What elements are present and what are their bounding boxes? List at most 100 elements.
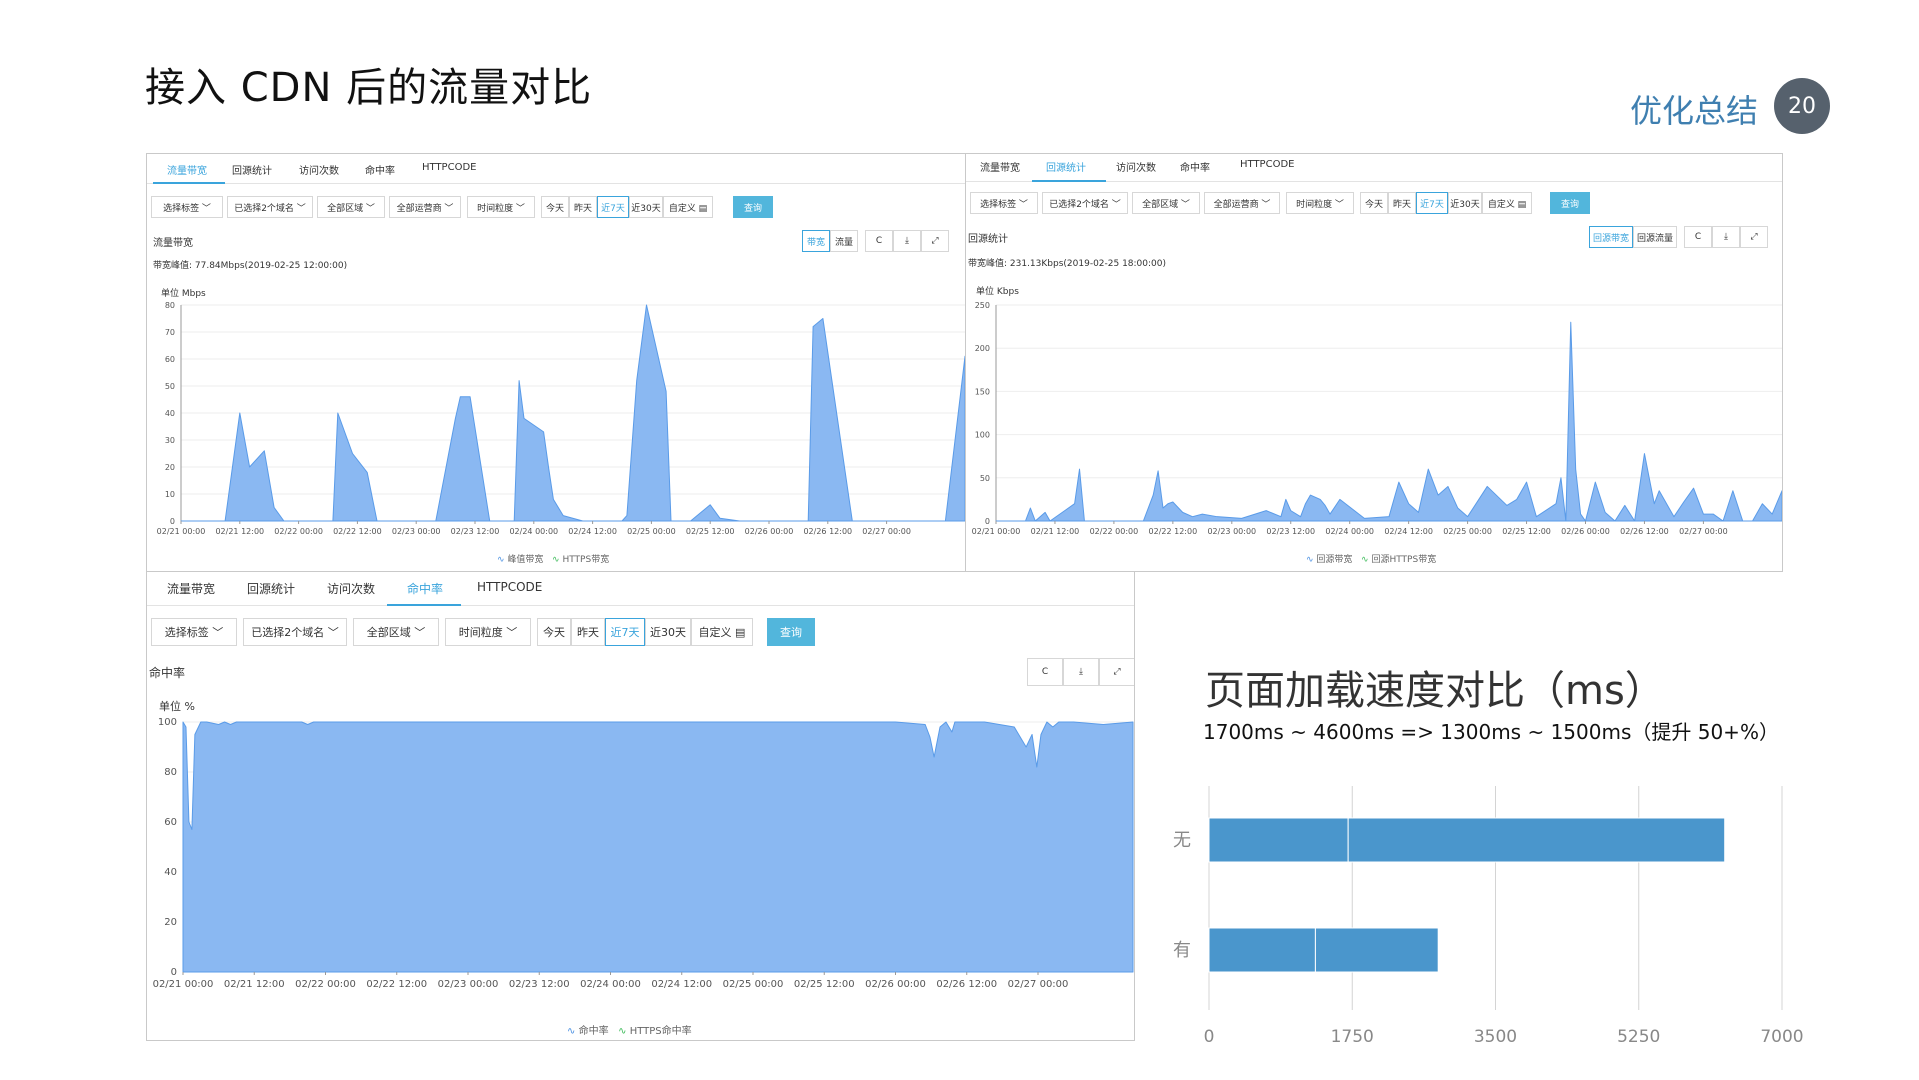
tab-bandwidth[interactable]: 流量带宽 bbox=[167, 162, 207, 177]
tab-httpcode[interactable]: HTTPCODE bbox=[1240, 159, 1294, 170]
last-7-days-button[interactable]: 近7天 bbox=[597, 196, 629, 218]
x-tick-label: 0 bbox=[1204, 1027, 1215, 1047]
query-button[interactable]: 查询 bbox=[733, 196, 773, 218]
tab-origin[interactable]: 回源统计 bbox=[1046, 159, 1086, 174]
granularity-select[interactable]: 时间粒度 ﹀ bbox=[1286, 192, 1354, 214]
active-tab-indicator bbox=[1032, 180, 1106, 182]
page-load-chart: 0 1750 3500 5250 7000 无有 bbox=[1173, 786, 1804, 1047]
isp-select[interactable]: 全部运营商 ﹀ bbox=[389, 196, 461, 218]
region-select[interactable]: 全部区域 ﹀ bbox=[353, 618, 439, 646]
tab-httpcode[interactable]: HTTPCODE bbox=[422, 162, 476, 173]
last-30-days-button[interactable]: 近30天 bbox=[645, 618, 691, 646]
tab-httpcode[interactable]: HTTPCODE bbox=[477, 580, 542, 594]
tab-hit-rate[interactable]: 命中率 bbox=[365, 162, 395, 177]
legend-item[interactable]: 回源HTTPS带宽 bbox=[1371, 555, 1436, 565]
last-30-days-button[interactable]: 近30天 bbox=[1448, 192, 1482, 214]
bar-segment bbox=[1314, 927, 1439, 973]
x-tick-label: 02/25 00:00 bbox=[1443, 527, 1492, 536]
category-label: 有 bbox=[1173, 940, 1191, 961]
origin-panel: 流量带宽 回源统计 访问次数 命中率 HTTPCODE 选择标签 ﹀ 已选择2个… bbox=[965, 153, 1783, 572]
download-icon[interactable]: ⤓ bbox=[1712, 226, 1740, 248]
today-button[interactable]: 今天 bbox=[1360, 192, 1388, 214]
custom-range-button[interactable]: 自定义 ▤ bbox=[1482, 192, 1532, 214]
region-select[interactable]: 全部区域 ﹀ bbox=[1132, 192, 1200, 214]
active-tab-indicator bbox=[387, 604, 461, 606]
x-tick-label: 7000 bbox=[1760, 1027, 1803, 1047]
yesterday-button[interactable]: 昨天 bbox=[1388, 192, 1416, 214]
legend-item[interactable]: 命中率 bbox=[579, 1026, 609, 1037]
download-icon[interactable]: ⤓ bbox=[1063, 658, 1099, 686]
section-label: 优化总结 bbox=[1630, 92, 1759, 130]
y-tick-label: 20 bbox=[164, 917, 177, 928]
today-button[interactable]: 今天 bbox=[537, 618, 571, 646]
tag-select[interactable]: 选择标签 ﹀ bbox=[151, 618, 237, 646]
custom-range-button[interactable]: 自定义 ▤ bbox=[663, 196, 713, 218]
domain-select[interactable]: 已选择2个域名 ﹀ bbox=[227, 196, 313, 218]
tab-hit-rate[interactable]: 命中率 bbox=[407, 580, 443, 597]
domain-select[interactable]: 已选择2个域名 ﹀ bbox=[243, 618, 347, 646]
custom-range-button[interactable]: 自定义 ▤ bbox=[691, 618, 753, 646]
origin-traffic-toggle[interactable]: 回源流量 bbox=[1633, 226, 1677, 248]
tab-bandwidth[interactable]: 流量带宽 bbox=[980, 159, 1020, 174]
refresh-icon[interactable]: C bbox=[865, 230, 893, 252]
legend-item[interactable]: 回源带宽 bbox=[1316, 555, 1352, 565]
expand-icon[interactable]: ⤢ bbox=[921, 230, 949, 252]
legend-item[interactable]: HTTPS命中率 bbox=[630, 1026, 692, 1037]
granularity-select[interactable]: 时间粒度 ﹀ bbox=[467, 196, 535, 218]
y-tick-label: 60 bbox=[165, 355, 175, 364]
x-tick-label: 02/21 00:00 bbox=[153, 979, 214, 990]
yesterday-button[interactable]: 昨天 bbox=[569, 196, 597, 218]
download-icon[interactable]: ⤓ bbox=[893, 230, 921, 252]
tab-origin[interactable]: 回源统计 bbox=[247, 580, 295, 597]
tag-select[interactable]: 选择标签 ﹀ bbox=[151, 196, 223, 218]
unit-label: 单位 Mbps bbox=[161, 289, 206, 299]
x-tick-label: 02/24 00:00 bbox=[509, 527, 558, 536]
x-tick-label: 02/24 12:00 bbox=[1384, 527, 1433, 536]
chart-legend: ∿ 峰值带宽 ∿ HTTPS带宽 bbox=[497, 552, 609, 565]
query-button[interactable]: 查询 bbox=[1550, 192, 1590, 214]
x-tick-label: 02/23 12:00 bbox=[509, 979, 570, 990]
query-button[interactable]: 查询 bbox=[767, 618, 815, 646]
tab-bandwidth[interactable]: 流量带宽 bbox=[167, 580, 215, 597]
bandwidth-panel: 流量带宽 回源统计 访问次数 命中率 HTTPCODE 选择标签 ﹀ 已选择2个… bbox=[146, 153, 966, 572]
x-tick-label: 02/22 00:00 bbox=[295, 979, 356, 990]
today-button[interactable]: 今天 bbox=[541, 196, 569, 218]
tag-select[interactable]: 选择标签 ﹀ bbox=[970, 192, 1038, 214]
y-tick-label: 100 bbox=[975, 431, 990, 440]
x-tick-label: 02/21 00:00 bbox=[972, 527, 1021, 536]
last-7-days-button[interactable]: 近7天 bbox=[605, 618, 645, 646]
y-tick-label: 80 bbox=[165, 301, 175, 310]
region-select[interactable]: 全部区域 ﹀ bbox=[317, 196, 385, 218]
x-tick-label: 02/26 12:00 bbox=[1620, 527, 1669, 536]
y-tick-label: 80 bbox=[164, 767, 177, 778]
x-tick-label: 02/23 00:00 bbox=[392, 527, 441, 536]
hit-rate-panel: 流量带宽 回源统计 访问次数 命中率 HTTPCODE 选择标签 ﹀ 已选择2个… bbox=[146, 571, 1135, 1041]
tab-hit-rate[interactable]: 命中率 bbox=[1180, 159, 1210, 174]
traffic-toggle[interactable]: 流量 bbox=[830, 230, 858, 252]
legend-item[interactable]: 峰值带宽 bbox=[507, 555, 543, 565]
wave-icon: ∿ bbox=[567, 1026, 576, 1037]
domain-select[interactable]: 已选择2个域名 ﹀ bbox=[1042, 192, 1128, 214]
tab-origin[interactable]: 回源统计 bbox=[232, 162, 272, 177]
tab-visits[interactable]: 访问次数 bbox=[299, 162, 339, 177]
isp-select[interactable]: 全部运营商 ﹀ bbox=[1204, 192, 1280, 214]
tab-visits[interactable]: 访问次数 bbox=[327, 580, 375, 597]
unit-label: 单位 Kbps bbox=[976, 287, 1019, 297]
wave-icon: ∿ bbox=[552, 555, 560, 565]
origin-bandwidth-toggle[interactable]: 回源带宽 bbox=[1589, 226, 1633, 248]
yesterday-button[interactable]: 昨天 bbox=[571, 618, 605, 646]
refresh-icon[interactable]: C bbox=[1684, 226, 1712, 248]
comparison-title: 页面加载速度对比（ms） bbox=[1205, 668, 1665, 714]
bandwidth-toggle[interactable]: 带宽 bbox=[802, 230, 830, 252]
y-tick-label: 40 bbox=[165, 409, 175, 418]
last-7-days-button[interactable]: 近7天 bbox=[1416, 192, 1448, 214]
tab-visits[interactable]: 访问次数 bbox=[1116, 159, 1156, 174]
expand-icon[interactable]: ⤢ bbox=[1740, 226, 1768, 248]
expand-icon[interactable]: ⤢ bbox=[1099, 658, 1134, 686]
y-tick-label: 200 bbox=[975, 344, 990, 353]
granularity-select[interactable]: 时间粒度 ﹀ bbox=[445, 618, 531, 646]
refresh-icon[interactable]: C bbox=[1027, 658, 1063, 686]
last-30-days-button[interactable]: 近30天 bbox=[629, 196, 663, 218]
series-area bbox=[995, 321, 1782, 522]
legend-item[interactable]: HTTPS带宽 bbox=[562, 555, 609, 565]
